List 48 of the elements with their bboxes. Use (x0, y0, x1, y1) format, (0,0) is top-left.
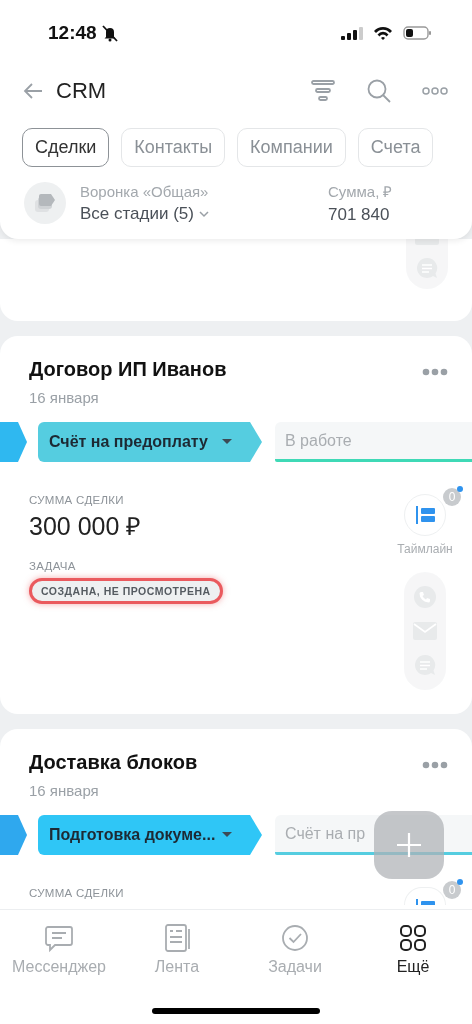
more-icon (422, 761, 448, 769)
wifi-icon (373, 26, 393, 40)
more-icon (422, 368, 448, 376)
deal-title[interactable]: Договор ИП Иванов (29, 358, 422, 381)
battery-icon (403, 26, 432, 40)
deal-amount: 300 000 ₽ (29, 511, 143, 542)
funnel-avatar (24, 182, 66, 224)
tab[interactable]: Контакты (121, 128, 226, 167)
grid-icon (397, 922, 429, 954)
nav-tab[interactable]: Ещё (354, 922, 472, 976)
timeline-icon (414, 505, 436, 525)
caret-icon (222, 439, 232, 445)
nav-tab[interactable]: Мессенджер (0, 922, 118, 976)
tab[interactable]: Сделки (22, 128, 110, 167)
tab[interactable]: Компании (237, 128, 346, 167)
deal-title[interactable]: Доставка блоков (29, 751, 422, 774)
stage-dropdown[interactable]: Счёт на предоплату (38, 422, 262, 462)
previous-stage[interactable] (0, 815, 27, 855)
deal-date: 16 января (28, 781, 100, 799)
signal-icon (341, 26, 363, 40)
more-button[interactable] (422, 86, 448, 96)
previous-stage[interactable] (0, 422, 27, 462)
nav-tab[interactable]: Задачи (236, 922, 354, 976)
timeline-button[interactable] (404, 887, 446, 905)
search-button[interactable] (366, 78, 392, 104)
screen-title: CRM (56, 78, 108, 104)
stage-dropdown[interactable]: Все стадии (5) (80, 203, 210, 224)
timeline-label: Таймлайн (397, 542, 453, 556)
caret-icon (222, 832, 232, 838)
task-label: ЗАДАЧА (29, 560, 77, 572)
deal-date: 16 января (28, 388, 100, 406)
nav-tab[interactable]: Лента (118, 922, 236, 976)
sum-label: Сумма, ₽ (328, 182, 394, 201)
sum-value: 701 840 (328, 205, 391, 225)
funnel-label: Воронка «Общая» (80, 182, 210, 200)
chevron-down-icon (198, 209, 210, 218)
clock-time: 12:48 (48, 22, 97, 44)
amount-label: СУММА СДЕЛКИ (29, 494, 125, 506)
tab[interactable]: Счета (357, 128, 434, 167)
filter-button[interactable] (310, 78, 336, 104)
amount-label: СУММА СДЕЛКИ (29, 887, 125, 899)
task-status-badge: СОЗДАНА, НЕ ПРОСМОТРЕНА (29, 578, 223, 604)
timeline-button[interactable] (404, 494, 446, 536)
stage-dropdown[interactable]: Подготовка докуме... (38, 815, 262, 855)
next-stage[interactable]: В работе (275, 422, 472, 462)
check-circle-icon (279, 922, 311, 954)
plus-icon (396, 832, 422, 858)
add-button[interactable] (374, 811, 444, 879)
